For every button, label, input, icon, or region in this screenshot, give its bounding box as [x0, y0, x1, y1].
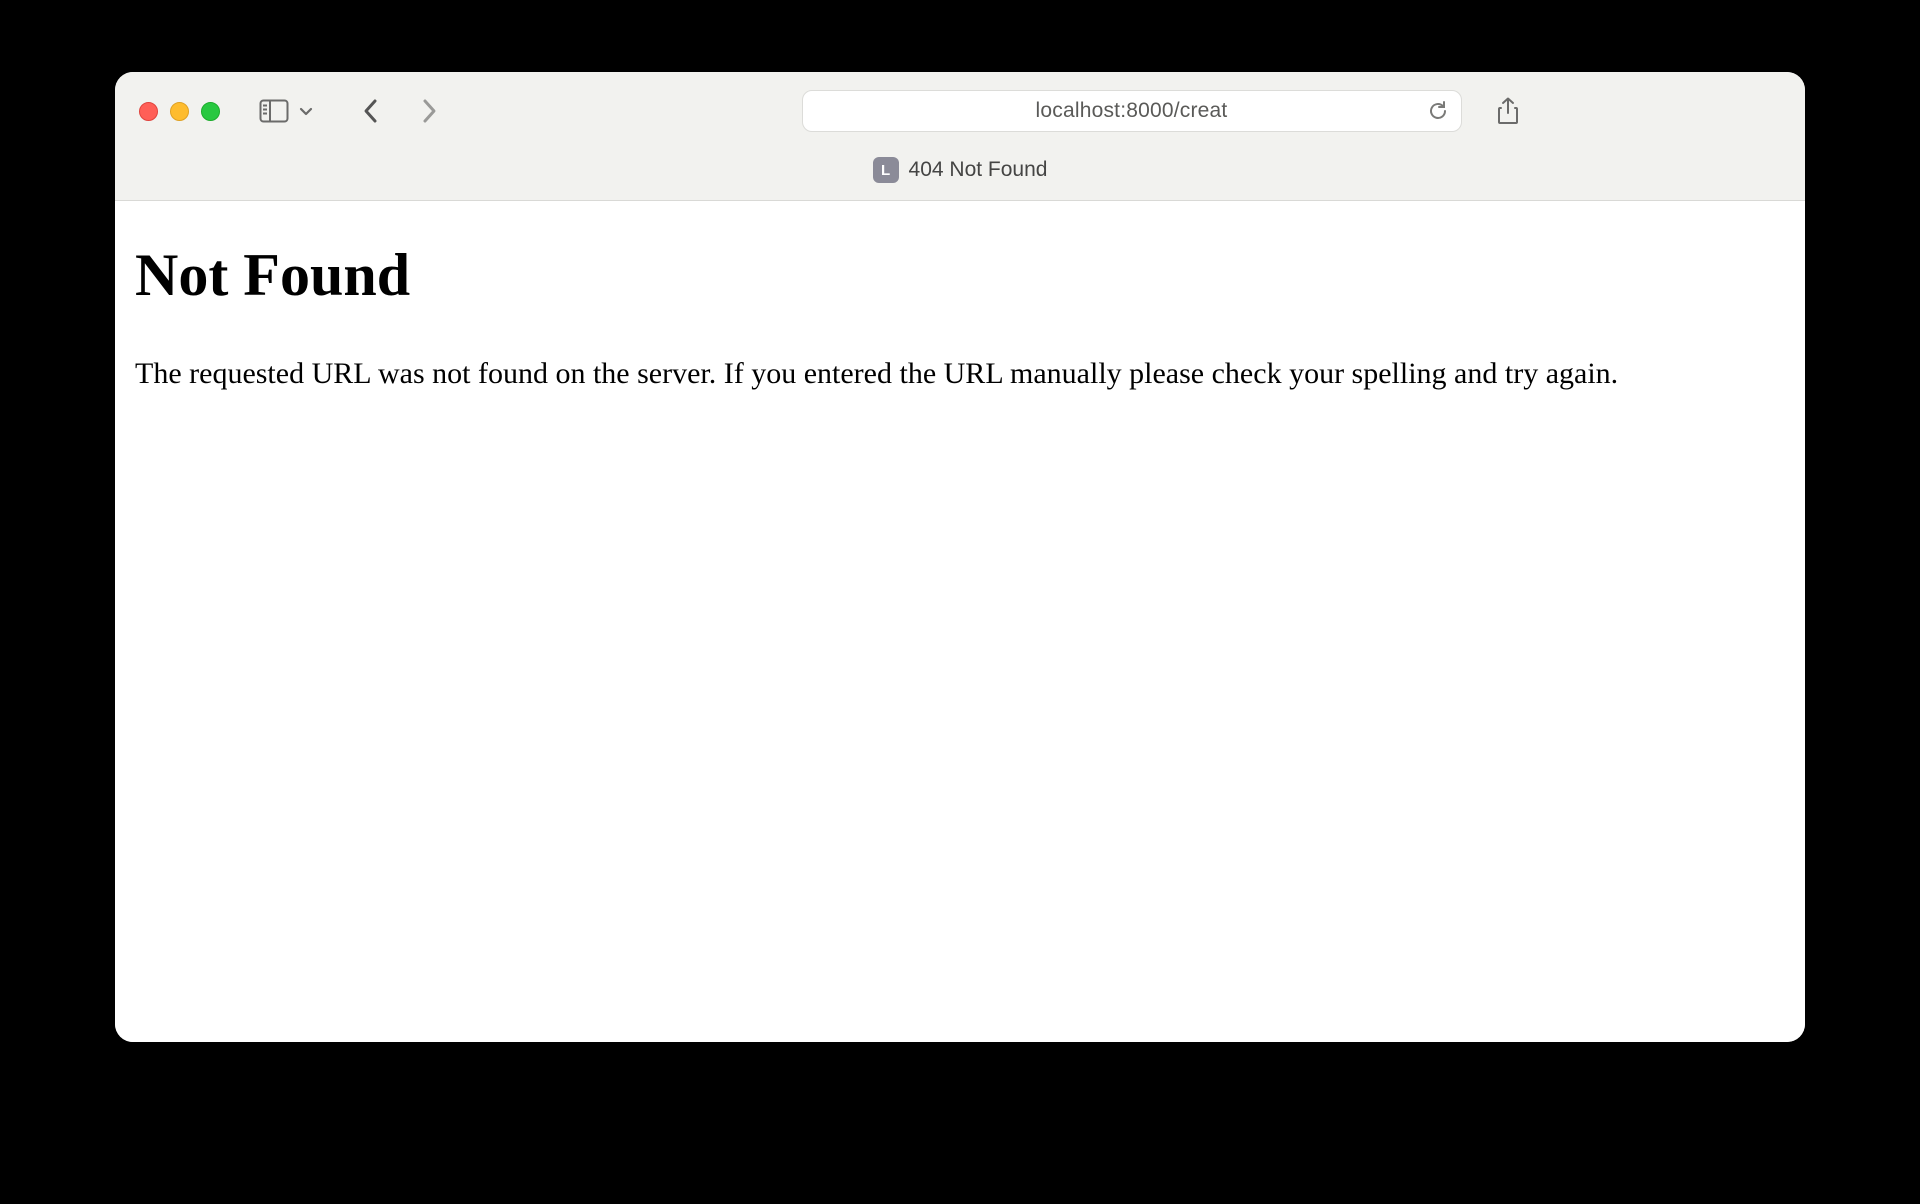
error-message: The requested URL was not found on the s… — [135, 354, 1735, 395]
forward-button[interactable] — [410, 91, 450, 131]
reload-button[interactable] — [1427, 100, 1449, 122]
safari-window: localhost:8000/creat — [115, 72, 1805, 1042]
address-text: localhost:8000/creat — [1036, 99, 1228, 123]
close-window-button[interactable] — [139, 102, 158, 121]
reload-icon — [1427, 100, 1449, 122]
page-content: Not Found The requested URL was not foun… — [115, 201, 1805, 1042]
share-button[interactable] — [1488, 91, 1528, 131]
favicon-letter: L — [881, 162, 890, 179]
minimize-window-button[interactable] — [170, 102, 189, 121]
back-button[interactable] — [350, 91, 390, 131]
toolbar-main-row: localhost:8000/creat — [115, 72, 1805, 150]
sidebar-toggle-button[interactable] — [254, 91, 294, 131]
sidebar-toggle-group — [254, 91, 318, 131]
chevron-left-icon — [362, 98, 378, 124]
sidebar-dropdown-button[interactable] — [294, 91, 318, 131]
toolbar-right-actions — [1488, 91, 1782, 131]
chevron-right-icon — [422, 98, 438, 124]
sidebar-icon — [259, 99, 289, 123]
address-bar[interactable]: localhost:8000/creat — [802, 90, 1462, 132]
window-controls — [139, 102, 220, 121]
share-icon — [1496, 97, 1520, 125]
navigation-controls — [350, 91, 450, 131]
browser-toolbar: localhost:8000/creat — [115, 72, 1805, 201]
tab-bar: L 404 Not Found — [115, 150, 1805, 200]
fullscreen-window-button[interactable] — [201, 102, 220, 121]
tab-title: 404 Not Found — [909, 158, 1048, 182]
favicon: L — [873, 157, 899, 183]
chevron-down-icon — [299, 106, 313, 116]
error-heading: Not Found — [135, 241, 1785, 310]
active-tab[interactable]: L 404 Not Found — [873, 157, 1048, 183]
